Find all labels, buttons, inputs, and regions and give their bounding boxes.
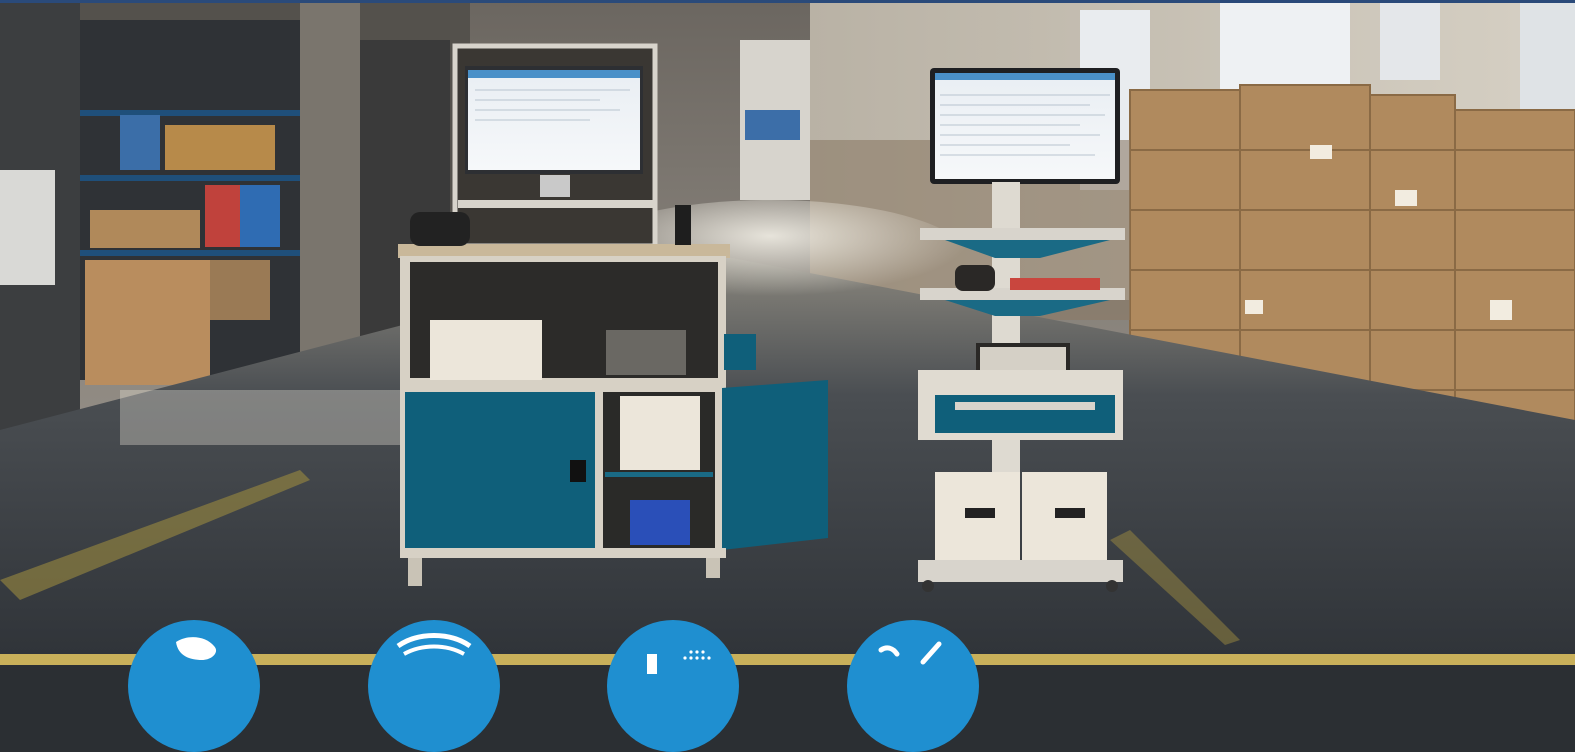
badge-map[interactable] — [128, 620, 260, 752]
chart-icon — [647, 650, 711, 674]
shield-icon — [396, 633, 472, 656]
map-icon — [176, 637, 217, 660]
warehouse-scene — [0, 0, 1575, 665]
badge-shield[interactable] — [368, 620, 500, 752]
top-accent-bar — [0, 0, 1575, 3]
badge-tools[interactable] — [847, 620, 979, 752]
warehouse-photo — [0, 0, 1575, 665]
badge-chart[interactable] — [607, 620, 739, 752]
tools-icon — [878, 641, 942, 665]
